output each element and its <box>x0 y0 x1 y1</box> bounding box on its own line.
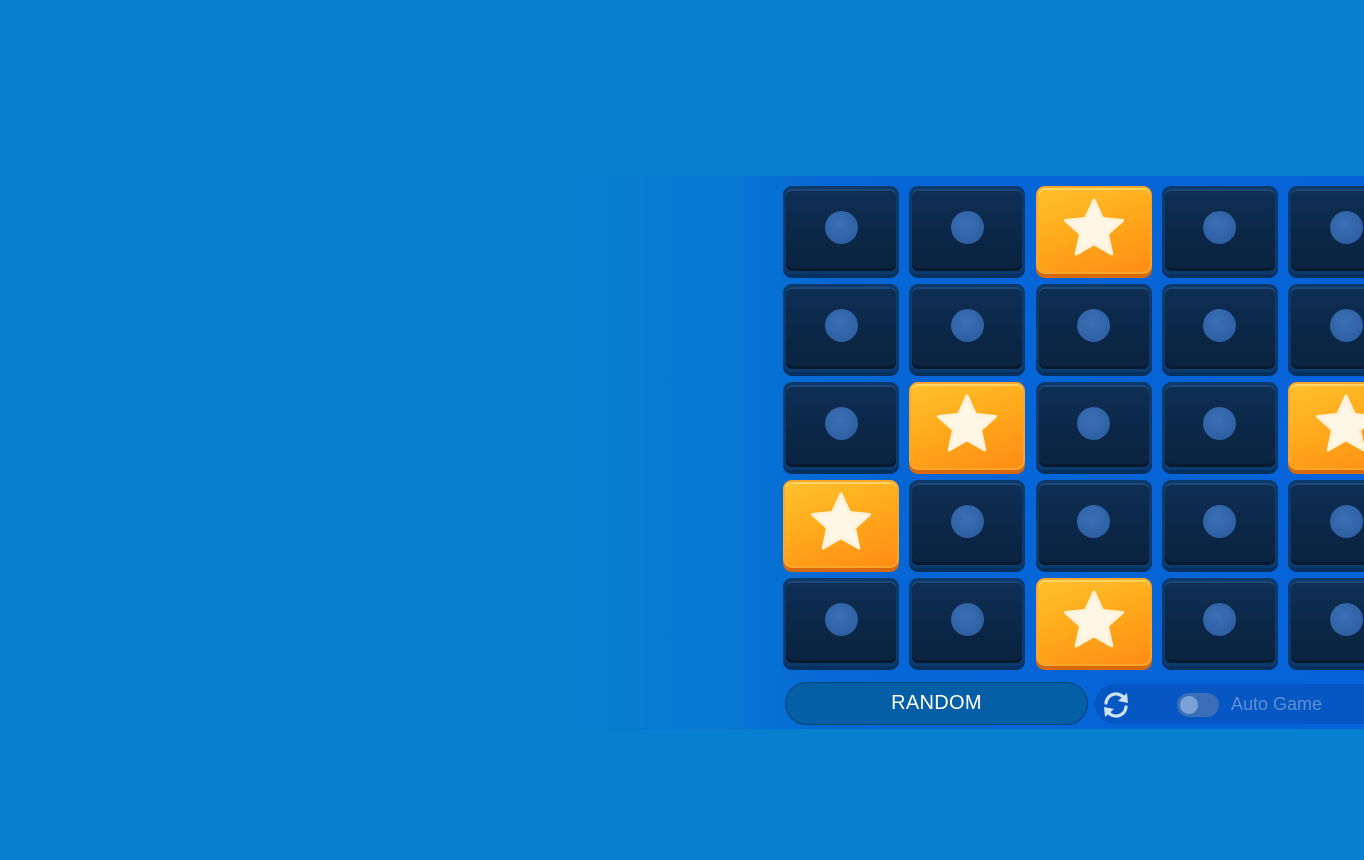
star-tile[interactable] <box>1035 578 1152 666</box>
hidden-tile-dot-icon <box>1329 309 1363 342</box>
star-icon <box>937 394 998 452</box>
hidden-tile[interactable] <box>1161 186 1278 274</box>
hidden-tile[interactable] <box>1288 186 1364 274</box>
star-tile[interactable] <box>783 480 899 568</box>
hidden-tile-dot-icon <box>824 603 858 636</box>
hidden-tile[interactable] <box>1288 284 1364 372</box>
hidden-tile[interactable] <box>1035 284 1152 372</box>
hidden-tile-dot-icon <box>824 407 858 440</box>
hidden-tile[interactable] <box>1161 382 1278 470</box>
random-button[interactable]: RANDOM <box>785 682 1088 725</box>
hidden-tile-dot-icon <box>950 505 984 538</box>
toggle-knob <box>1180 696 1198 714</box>
hidden-tile[interactable] <box>909 480 1026 568</box>
star-tile[interactable] <box>1288 382 1364 470</box>
hidden-tile[interactable] <box>1161 480 1278 568</box>
hidden-tile-dot-icon <box>950 603 984 636</box>
auto-game-toggle[interactable] <box>1177 693 1219 717</box>
hidden-tile[interactable] <box>1161 284 1278 372</box>
hidden-tile-dot-icon <box>950 211 984 244</box>
hidden-tile[interactable] <box>1288 578 1364 666</box>
hidden-tile-dot-icon <box>824 309 858 342</box>
star-tile[interactable] <box>1035 186 1152 274</box>
hidden-tile[interactable] <box>909 284 1026 372</box>
hidden-tile[interactable] <box>909 578 1026 666</box>
hidden-tile-dot-icon <box>1077 309 1111 342</box>
hidden-tile-dot-icon <box>1329 603 1363 636</box>
refresh-icon[interactable] <box>1100 689 1132 721</box>
star-icon <box>1063 198 1124 256</box>
star-tile[interactable] <box>909 382 1026 470</box>
hidden-tile-dot-icon <box>1203 505 1237 538</box>
hidden-tile-dot-icon <box>1077 505 1111 538</box>
auto-game-label: Auto Game <box>1231 694 1323 714</box>
hidden-tile[interactable] <box>1288 480 1364 568</box>
hidden-tile-dot-icon <box>1203 603 1237 636</box>
hidden-tile-dot-icon <box>1203 211 1237 244</box>
game-stage: RANDOM Auto Game <box>0 0 1364 860</box>
hidden-tile-dot-icon <box>824 211 858 244</box>
hidden-tile[interactable] <box>783 382 899 470</box>
hidden-tile-dot-icon <box>1203 407 1237 440</box>
hidden-tile[interactable] <box>1035 382 1152 470</box>
star-icon <box>1316 394 1364 452</box>
hidden-tile-dot-icon <box>1329 505 1363 538</box>
hidden-tile[interactable] <box>909 186 1026 274</box>
star-icon <box>1063 590 1124 648</box>
auto-game-bar: Auto Game <box>1095 684 1364 724</box>
hidden-tile-dot-icon <box>1077 407 1111 440</box>
hidden-tile-dot-icon <box>1203 309 1237 342</box>
hidden-tile[interactable] <box>1035 480 1152 568</box>
hidden-tile[interactable] <box>1161 578 1278 666</box>
hidden-tile[interactable] <box>783 284 899 372</box>
hidden-tile[interactable] <box>783 186 899 274</box>
hidden-tile-dot-icon <box>950 309 984 342</box>
star-icon <box>811 492 871 550</box>
hidden-tile-dot-icon <box>1329 211 1363 244</box>
hidden-tile[interactable] <box>783 578 899 666</box>
tile-grid <box>783 186 1364 678</box>
